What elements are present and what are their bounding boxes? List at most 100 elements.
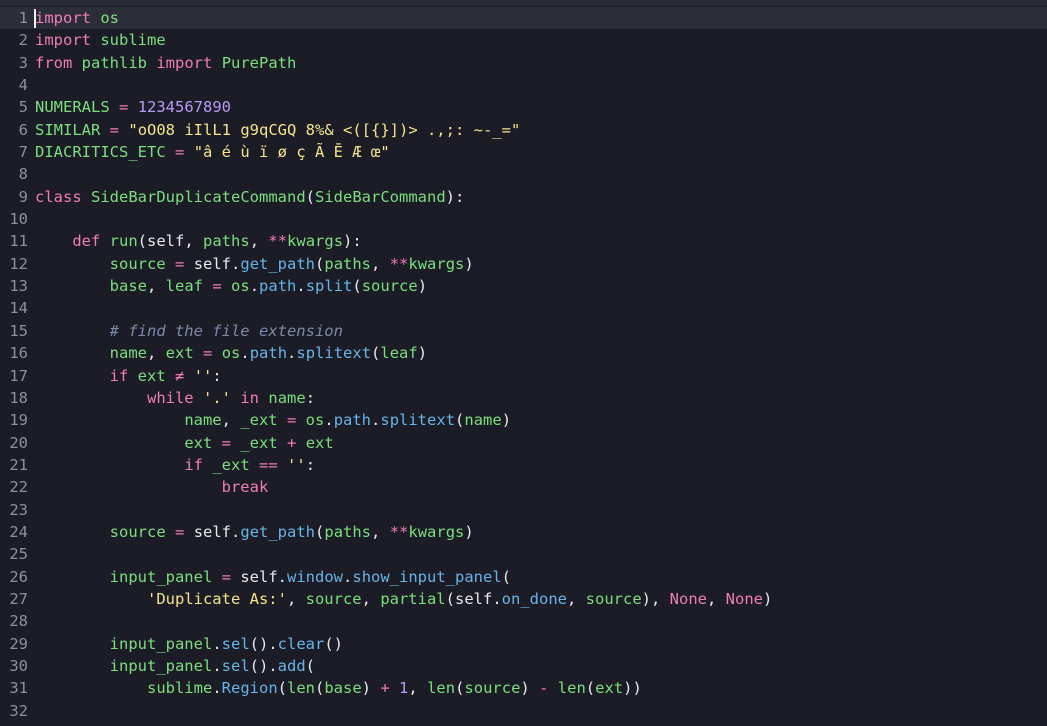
line-text[interactable]: input_panel = self.window.show_input_pan… (35, 566, 511, 588)
code-token: path (259, 277, 297, 296)
line-text[interactable]: base, leaf = os.path.split(source) (35, 275, 427, 297)
line-number: 29 (9, 634, 28, 653)
code-line[interactable]: 28 (0, 610, 1047, 632)
code-token: 'Duplicate As:' (146, 589, 287, 608)
code-line[interactable]: 19 name, _ext = os.path.splitext(name) (0, 409, 1047, 431)
code-line[interactable]: 13 base, leaf = os.path.split(source) (0, 275, 1047, 297)
code-token: . (240, 344, 250, 363)
code-token: = (212, 277, 222, 296)
code-line[interactable]: 25 (0, 543, 1047, 565)
line-text[interactable]: from pathlib import PurePath (35, 52, 296, 74)
code-editor[interactable]: 1 import os 2 import sublime 3 from pathlib i… (0, 0, 1047, 726)
code-line[interactable]: 9 class SideBarDuplicateCommand(SideBarCo… (0, 186, 1047, 208)
code-line[interactable]: 22 break (0, 476, 1047, 498)
line-text[interactable]: 'Duplicate As:', source, partial(self.on… (35, 588, 772, 610)
code-line[interactable]: 20 ext = _ext + ext (0, 432, 1047, 454)
line-text[interactable]: import os (35, 7, 119, 29)
code-token: , (286, 589, 306, 608)
code-token: ** (389, 522, 409, 541)
code-line[interactable]: 30 input_panel.sel().add( (0, 655, 1047, 677)
code-line[interactable]: 16 name, ext = os.path.splitext(leaf) (0, 342, 1047, 364)
line-number: 19 (9, 411, 28, 430)
text-cursor (34, 9, 36, 28)
code-token: sublime (146, 679, 213, 698)
line-number: 20 (9, 433, 28, 452)
code-token: "oO08 iIlL1 g9qCGQ 8%& <([{}])> .,;: ~-_… (128, 120, 521, 139)
code-line[interactable]: 4 (0, 74, 1047, 96)
code-token: sel (221, 634, 250, 653)
code-token: ** (389, 254, 409, 273)
code-line[interactable]: 17 if ext ≠ '': (0, 365, 1047, 387)
code-line[interactable]: 8 (0, 163, 1047, 185)
code-line[interactable]: 31 sublime.Region(len(base) + 1, len(sou… (0, 677, 1047, 699)
code-line[interactable]: 18 while '.' in name: (0, 387, 1047, 409)
code-token: . (212, 679, 222, 698)
line-text[interactable]: while '.' in name: (35, 387, 315, 409)
line-text[interactable]: name, ext = os.path.splitext(leaf) (35, 342, 427, 364)
line-text[interactable]: NUMERALS = 1234567890 (35, 96, 231, 118)
line-text[interactable]: source = self.get_path(paths, **kwargs) (35, 521, 474, 543)
code-line[interactable]: 2 import sublime (0, 29, 1047, 51)
code-line[interactable]: 1 import os (0, 7, 1047, 30)
code-line[interactable]: 21 if _ext == '': (0, 454, 1047, 476)
code-token: = (175, 254, 185, 273)
line-text[interactable]: # find the file extension (35, 320, 343, 342)
line-text[interactable]: if ext ≠ '': (35, 365, 222, 387)
code-line[interactable]: 15 # find the file extension (0, 320, 1047, 342)
code-line[interactable]: 23 (0, 499, 1047, 521)
code-line[interactable]: 14 (0, 297, 1047, 319)
code-line[interactable]: 11 def run(self, paths, **kwargs): (0, 230, 1047, 252)
code-token: os (221, 344, 241, 363)
line-text[interactable]: name, _ext = os.path.splitext(name) (35, 409, 511, 431)
line-text[interactable]: source = self.get_path(paths, **kwargs) (35, 253, 474, 275)
code-token: add (277, 656, 306, 675)
line-text[interactable]: input_panel.sel().add( (35, 655, 315, 677)
code-token: _ext (240, 411, 278, 430)
code-token: leaf (165, 277, 203, 296)
code-line[interactable]: 10 (0, 208, 1047, 230)
code-line[interactable]: 29 input_panel.sel().clear() (0, 633, 1047, 655)
line-number: 13 (9, 277, 28, 296)
code-token: ** (268, 232, 288, 251)
code-line[interactable]: 3 from pathlib import PurePath (0, 52, 1047, 74)
line-text[interactable]: sublime.Region(len(base) + 1, len(source… (35, 677, 642, 699)
code-line[interactable]: 24 source = self.get_path(paths, **kwarg… (0, 521, 1047, 543)
line-text[interactable]: ext = _ext + ext (35, 432, 333, 454)
code-area[interactable]: 1 import os 2 import sublime 3 from pathlib i… (0, 7, 1047, 722)
code-token: . (212, 656, 222, 675)
code-line[interactable]: 26 input_panel = self.window.show_input_… (0, 566, 1047, 588)
line-text[interactable]: class SideBarDuplicateCommand(SideBarCom… (35, 186, 464, 208)
code-line[interactable]: 6 SIMILAR = "oO08 iIlL1 g9qCGQ 8%& <([{}]… (0, 119, 1047, 141)
line-text[interactable]: DIACRITICS_ETC = "â é ù ï ø ç Ã Ē Æ œ" (35, 141, 390, 163)
code-token: input_panel (109, 567, 213, 586)
code-line[interactable]: 27 'Duplicate As:', source, partial(self… (0, 588, 1047, 610)
code-token: . (277, 567, 288, 586)
code-line[interactable]: 7 DIACRITICS_ETC = "â é ù ï ø ç Ã Ē Æ œ" (0, 141, 1047, 163)
line-text[interactable]: input_panel.sel().clear() (35, 633, 343, 655)
code-line[interactable]: 12 source = self.get_path(paths, **kwarg… (0, 253, 1047, 275)
line-text[interactable]: break (35, 476, 269, 498)
code-line[interactable]: 32 (0, 700, 1047, 722)
code-token: ( (585, 679, 596, 698)
line-text[interactable]: if _ext == '': (35, 454, 315, 476)
line-text[interactable]: import sublime (35, 29, 166, 51)
line-text[interactable]: SIMILAR = "oO08 iIlL1 g9qCGQ 8%& <([{}])… (35, 119, 520, 141)
line-number: 12 (9, 254, 28, 273)
line-text[interactable]: def run(self, paths, **kwargs): (35, 230, 361, 252)
editor-top-border (0, 0, 1047, 6)
code-line[interactable]: 5 NUMERALS = 1234567890 (0, 96, 1047, 118)
code-token: len (427, 679, 456, 698)
